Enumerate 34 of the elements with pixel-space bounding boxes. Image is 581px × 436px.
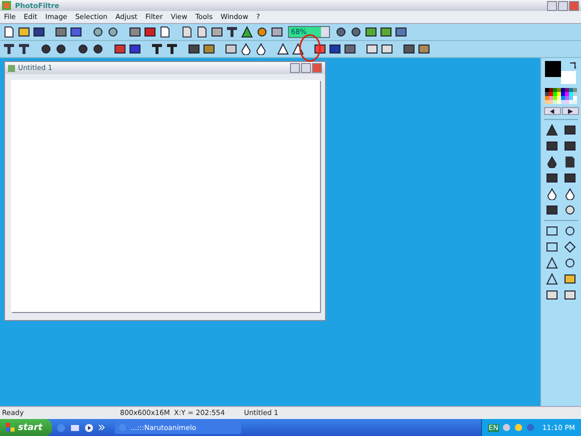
rounded-rectangle-icon[interactable]: [546, 241, 558, 253]
text-icon[interactable]: [226, 26, 238, 38]
background-color-swatch[interactable]: [561, 71, 576, 84]
drop-icon[interactable]: [240, 43, 252, 55]
triangle-icon[interactable]: [292, 43, 304, 55]
minimize-button[interactable]: [547, 0, 557, 10]
image-icon: [8, 64, 15, 72]
next-button[interactable]: [562, 107, 578, 115]
windows-logo-icon: [6, 423, 15, 432]
page-icon[interactable]: [3, 26, 15, 38]
square-icon[interactable]: [225, 43, 237, 55]
app-icon: [2, 1, 11, 10]
highlight-circle: [298, 33, 322, 63]
media-icon[interactable]: [84, 422, 94, 432]
right-arrow-icon: [568, 108, 572, 114]
restore-button[interactable]: [558, 0, 568, 10]
maximize-button[interactable]: [301, 63, 311, 73]
document-icon[interactable]: [159, 26, 171, 38]
diamond-icon[interactable]: [564, 241, 576, 253]
rectangle-icon[interactable]: [546, 225, 558, 237]
previous-button[interactable]: [544, 107, 560, 115]
ellipse-icon[interactable]: [564, 225, 576, 237]
swap-arrows-icon[interactable]: [569, 61, 577, 69]
minimize-button[interactable]: [290, 63, 300, 73]
foreground-color-swatch[interactable]: [545, 61, 561, 77]
triangle-icon[interactable]: [546, 257, 558, 269]
triangle-icon[interactable]: [277, 43, 289, 55]
drops-icon[interactable]: [255, 43, 267, 55]
color-palette[interactable]: [545, 88, 577, 104]
left-arrow-icon: [550, 108, 554, 114]
chevron-icon[interactable]: [98, 424, 106, 431]
drop-icon[interactable]: [546, 188, 558, 200]
square-icon[interactable]: [129, 26, 141, 38]
close-button[interactable]: [569, 0, 579, 10]
